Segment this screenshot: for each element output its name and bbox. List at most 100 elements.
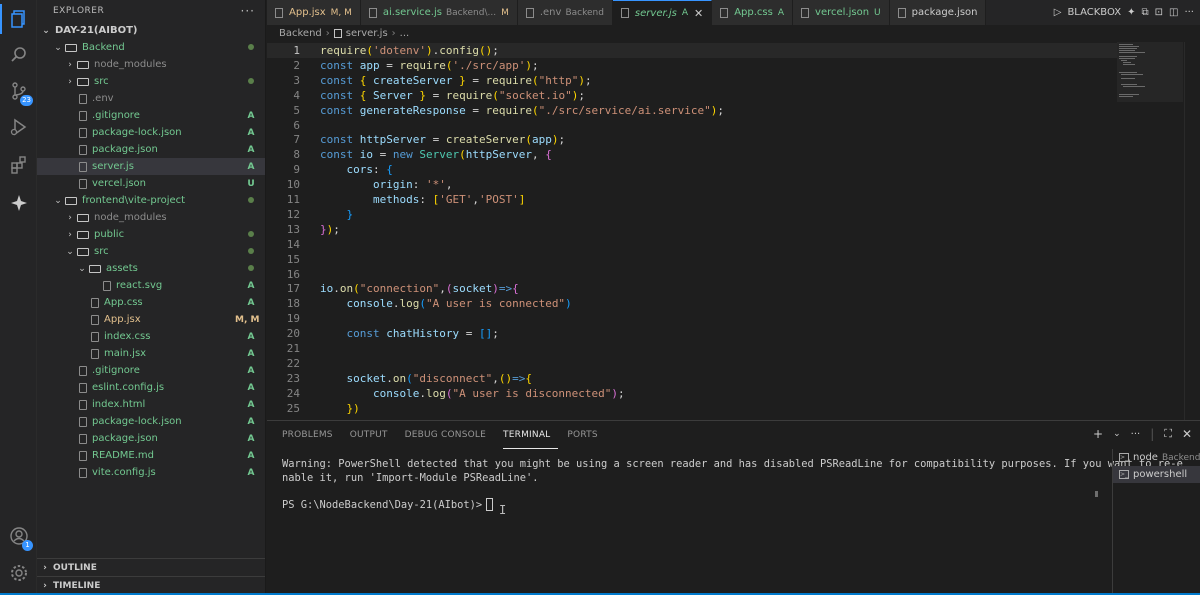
code-line[interactable]: 23 socket.on("disconnect",()=>{ bbox=[267, 371, 1117, 386]
workspace-root[interactable]: ⌄ DAY-21(AIBOT) bbox=[37, 22, 265, 39]
tree-item[interactable]: .gitignore A bbox=[37, 362, 265, 379]
tab-debug-console[interactable]: DEBUG CONSOLE bbox=[405, 421, 494, 449]
tree-item[interactable]: vite.config.js A bbox=[37, 464, 265, 481]
chevron-down-icon[interactable]: ⌄ bbox=[1113, 429, 1121, 439]
terminal-prompt-line[interactable]: PS G:\NodeBackend\Day-21(AIbot)> bbox=[282, 498, 494, 511]
tree-item[interactable]: ⌄ Backend bbox=[37, 39, 265, 56]
code-line[interactable]: 11 methods: ['GET','POST'] bbox=[267, 192, 1117, 207]
tree-item[interactable]: App.css A bbox=[37, 294, 265, 311]
tab--env[interactable]: .env Backend bbox=[517, 0, 613, 25]
code-line[interactable]: 10 origin: '*', bbox=[267, 177, 1117, 192]
terminal-output[interactable]: Warning: PowerShell detected that you mi… bbox=[282, 457, 1183, 485]
tree-item[interactable]: › node_modules bbox=[37, 56, 265, 73]
tree-item[interactable]: .env bbox=[37, 90, 265, 107]
code-line[interactable]: 16 bbox=[267, 267, 1117, 282]
tree-item[interactable]: main.jsx A bbox=[37, 345, 265, 362]
code-line[interactable]: 21 bbox=[267, 341, 1117, 356]
tab-app-jsx[interactable]: App.jsx M, M bbox=[267, 0, 361, 25]
blackbox-button[interactable]: BLACKBOX bbox=[1067, 7, 1121, 18]
code-line[interactable]: 12 } bbox=[267, 207, 1117, 222]
code-line[interactable]: 17 io.on("connection",(socket)=>{ bbox=[267, 281, 1117, 296]
more-actions-icon[interactable]: ··· bbox=[1131, 429, 1141, 440]
open-changes-icon[interactable]: ⊡ bbox=[1155, 7, 1163, 18]
timeline-section[interactable]: › TIMELINE bbox=[37, 576, 265, 594]
new-terminal-icon[interactable]: + bbox=[1093, 427, 1103, 441]
tree-item[interactable]: eslint.config.js A bbox=[37, 379, 265, 396]
code-editor[interactable]: 1 require('dotenv').config(); 2 const app =… bbox=[267, 42, 1200, 420]
file-icon bbox=[368, 7, 377, 18]
split-editor-icon[interactable]: ◫ bbox=[1169, 7, 1178, 18]
tree-item[interactable]: index.html A bbox=[37, 396, 265, 413]
tab-output[interactable]: OUTPUT bbox=[350, 421, 396, 449]
run-icon[interactable]: ▷ bbox=[1054, 7, 1062, 18]
tree-item[interactable]: package.json A bbox=[37, 430, 265, 447]
code-line[interactable]: 25 }) bbox=[267, 401, 1117, 416]
code-line[interactable]: 8 const io = new Server(httpServer, { bbox=[267, 147, 1117, 162]
code-line[interactable]: 9 cors: { bbox=[267, 162, 1117, 177]
account-icon[interactable]: 1 bbox=[0, 517, 37, 555]
explorer-icon[interactable] bbox=[0, 0, 37, 38]
git-status-badge: A bbox=[247, 161, 255, 172]
outline-section[interactable]: › OUTLINE bbox=[37, 558, 265, 576]
code-line[interactable]: 22 bbox=[267, 356, 1117, 371]
terminal-item-powershell[interactable]: >_ powershell bbox=[1113, 466, 1200, 483]
tab-problems[interactable]: PROBLEMS bbox=[282, 421, 341, 449]
breadcrumb-folder[interactable]: Backend bbox=[279, 28, 322, 39]
sparkle-icon[interactable]: ✦ bbox=[1127, 7, 1135, 18]
tree-item[interactable]: server.js A bbox=[37, 158, 265, 175]
tab-package-json[interactable]: package.json bbox=[889, 0, 987, 25]
tree-item[interactable]: package-lock.json A bbox=[37, 413, 265, 430]
tab-ports[interactable]: PORTS bbox=[567, 421, 605, 449]
close-panel-icon[interactable]: ✕ bbox=[1182, 427, 1192, 441]
tree-item[interactable]: › node_modules bbox=[37, 209, 265, 226]
gear-icon[interactable] bbox=[0, 554, 37, 592]
tree-item[interactable]: › src bbox=[37, 73, 265, 90]
code-line[interactable]: 2 const app = require('./src/app'); bbox=[267, 58, 1117, 73]
tree-item[interactable]: package.json A bbox=[37, 141, 265, 158]
code-line[interactable]: 13}); bbox=[267, 222, 1117, 237]
tree-item[interactable]: ⌄ frontend\vite-project bbox=[37, 192, 265, 209]
tab-terminal[interactable]: TERMINAL bbox=[503, 421, 559, 449]
code-line[interactable]: 1 require('dotenv').config(); bbox=[267, 43, 1117, 58]
tree-item[interactable]: index.css A bbox=[37, 328, 265, 345]
tab-server-js[interactable]: server.js A ✕ bbox=[612, 0, 713, 25]
tab-ai-service-js[interactable]: ai.service.js Backend\... M bbox=[360, 0, 518, 25]
tab-app-css[interactable]: App.css A bbox=[712, 0, 794, 25]
more-actions-icon[interactable]: ··· bbox=[241, 4, 255, 18]
run-debug-icon[interactable] bbox=[0, 108, 37, 146]
code-line[interactable]: 20 const chatHistory = []; bbox=[267, 326, 1117, 341]
code-line[interactable]: 3 const { createServer } = require("http"… bbox=[267, 73, 1117, 88]
code-line[interactable]: 7 const httpServer = createServer(app); bbox=[267, 132, 1117, 147]
maximize-panel-icon[interactable]: ⛶ bbox=[1164, 427, 1172, 441]
tree-item[interactable]: › public bbox=[37, 226, 265, 243]
editor-scrollbar[interactable] bbox=[1184, 42, 1196, 420]
code-line[interactable]: 24 console.log("A user is disconnected")… bbox=[267, 386, 1117, 401]
tree-item[interactable]: package-lock.json A bbox=[37, 124, 265, 141]
search-icon[interactable] bbox=[0, 36, 37, 74]
code-line[interactable]: 18 console.log("A user is connected") bbox=[267, 296, 1117, 311]
extensions-icon[interactable] bbox=[0, 146, 37, 184]
tree-item[interactable]: vercel.json U bbox=[37, 175, 265, 192]
breadcrumb-file[interactable]: server.js bbox=[346, 28, 388, 39]
breadcrumb-symbol[interactable]: ... bbox=[400, 28, 410, 39]
tree-item[interactable]: ⌄ src bbox=[37, 243, 265, 260]
code-line[interactable]: 6 bbox=[267, 118, 1117, 133]
tree-item[interactable]: react.svg A bbox=[37, 277, 265, 294]
code-line[interactable]: 5 const generateResponse = require("./src… bbox=[267, 103, 1117, 118]
blackbox-ai-icon[interactable] bbox=[0, 184, 37, 222]
code-line[interactable]: 14 bbox=[267, 237, 1117, 252]
more-actions-icon[interactable]: ··· bbox=[1184, 7, 1194, 18]
compare-icon[interactable]: ⧉ bbox=[1141, 7, 1148, 18]
minimap[interactable] bbox=[1117, 42, 1183, 102]
close-icon[interactable]: ✕ bbox=[694, 7, 703, 20]
tree-item[interactable]: README.md A bbox=[37, 447, 265, 464]
code-line[interactable]: 15 bbox=[267, 252, 1117, 267]
tree-item[interactable]: .gitignore A bbox=[37, 107, 265, 124]
source-control-icon[interactable]: 23 bbox=[0, 72, 37, 110]
code-line[interactable]: 19 bbox=[267, 311, 1117, 326]
tab-vercel-json[interactable]: vercel.json U bbox=[793, 0, 890, 25]
terminal-item-node[interactable]: >_ node Backend bbox=[1113, 449, 1200, 466]
code-line[interactable]: 4 const { Server } = require("socket.io")… bbox=[267, 88, 1117, 103]
tree-item[interactable]: ⌄ assets bbox=[37, 260, 265, 277]
tree-item[interactable]: App.jsx M, M bbox=[37, 311, 265, 328]
